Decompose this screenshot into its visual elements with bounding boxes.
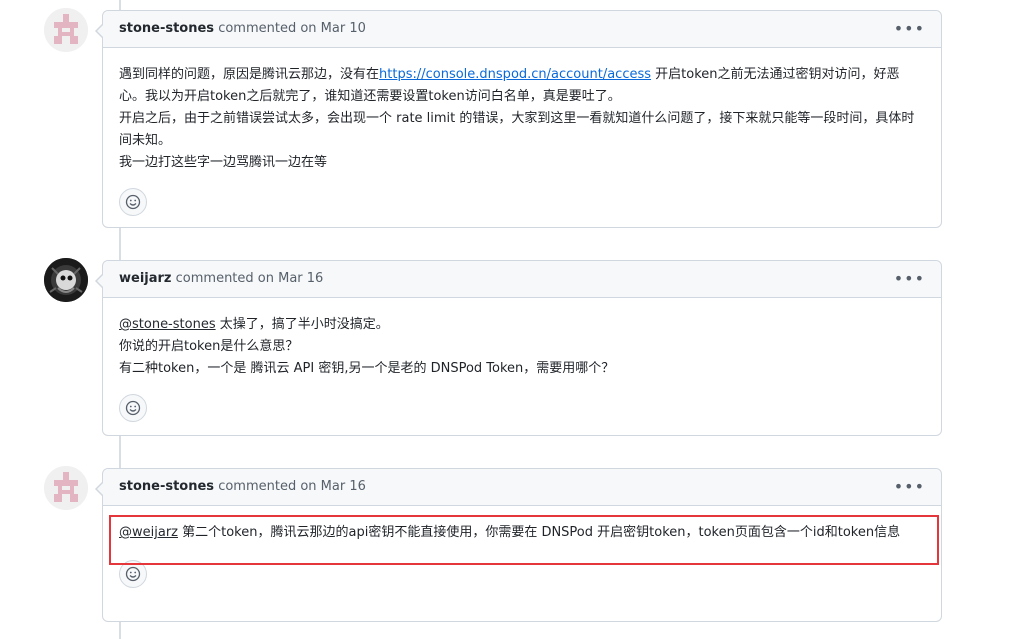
add-reaction-button[interactable] — [119, 560, 147, 588]
comment-body: 遇到同样的问题，原因是腾讯云那边，没有在https://console.dnsp… — [103, 48, 941, 174]
user-mention[interactable]: @weijarz — [119, 525, 178, 540]
kebab-horizontal-icon[interactable]: ••• — [894, 469, 925, 505]
smiley-icon — [125, 566, 141, 582]
comment-header: weijarz commented on Mar 16 ••• — [103, 261, 941, 298]
avatar-weijarz[interactable] — [44, 258, 88, 302]
avatar-stone-stones[interactable] — [44, 8, 88, 52]
comment-meta[interactable]: commented on Mar 16 — [176, 271, 324, 286]
kebab-horizontal-icon[interactable]: ••• — [894, 11, 925, 47]
comment-line: 你说的开启token是什么意思？ — [119, 339, 299, 354]
comment-body: @weijarz 第二个token，腾讯云那边的api密钥不能直接使用，你需要在… — [103, 506, 941, 544]
comment-box: stone-stones commented on Mar 10 ••• 遇到同… — [95, 10, 942, 228]
comment-header: stone-stones commented on Mar 10 ••• — [103, 11, 941, 48]
comment-meta[interactable]: commented on Mar 16 — [218, 479, 366, 494]
comment-author[interactable]: stone-stones — [119, 479, 214, 494]
user-mention[interactable]: @stone-stones — [119, 317, 216, 332]
comment-line: @stone-stones 太操了，搞了半小时没搞定。 — [119, 317, 389, 332]
dnspod-access-link[interactable]: https://console.dnspod.cn/account/access — [379, 67, 651, 82]
kebab-horizontal-icon[interactable]: ••• — [894, 261, 925, 297]
add-reaction-button[interactable] — [119, 394, 147, 422]
identicon-pink-icon — [44, 466, 88, 510]
comment-author[interactable]: stone-stones — [119, 21, 214, 36]
comment-line: @weijarz 第二个token，腾讯云那边的api密钥不能直接使用，你需要在… — [119, 525, 901, 540]
smiley-icon — [125, 194, 141, 210]
comment-box: weijarz commented on Mar 16 ••• @stone-s… — [95, 260, 942, 436]
add-reaction-button[interactable] — [119, 188, 147, 216]
avatar-dark-icon — [44, 258, 88, 302]
avatar-stone-stones[interactable] — [44, 466, 88, 510]
comment-author[interactable]: weijarz — [119, 271, 172, 286]
comment-box: stone-stones commented on Mar 16 ••• @we… — [95, 468, 942, 622]
smiley-icon — [125, 400, 141, 416]
comment-line: 我一边打这些字一边骂腾讯一边在等 — [119, 155, 328, 170]
comment-body: @stone-stones 太操了，搞了半小时没搞定。 你说的开启token是什… — [103, 298, 941, 380]
comment-meta[interactable]: commented on Mar 10 — [218, 21, 366, 36]
identicon-pink-icon — [44, 8, 88, 52]
comment-line: 开启之后，由于之前错误尝试太多，会出现一个 rate limit 的错误，大家到… — [119, 111, 915, 148]
comment-line: 有二种token，一个是 腾讯云 API 密钥,另一个是老的 DNSPod To… — [119, 361, 615, 376]
comment-line: 遇到同样的问题，原因是腾讯云那边，没有在https://console.dnsp… — [119, 67, 900, 104]
comment-header: stone-stones commented on Mar 16 ••• — [103, 469, 941, 506]
